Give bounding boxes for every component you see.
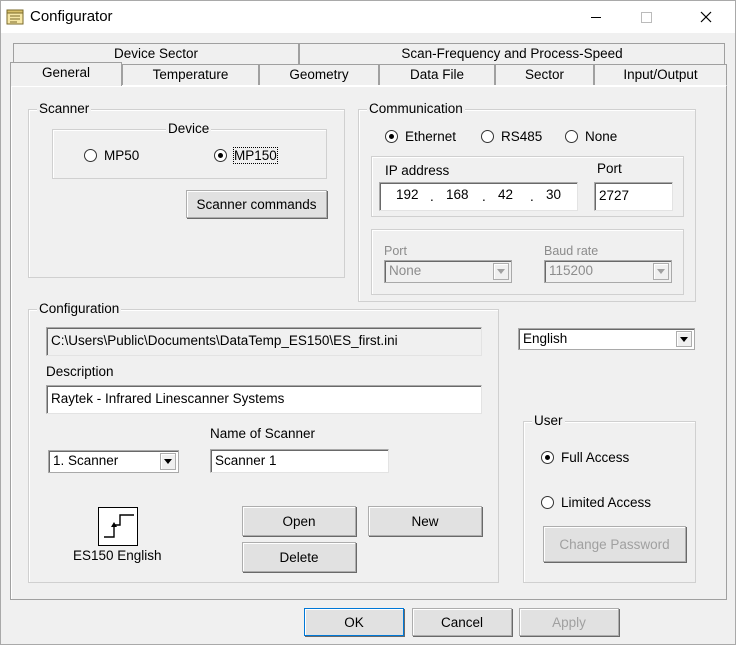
cancel-button[interactable]: Cancel (412, 608, 512, 636)
change-password-button[interactable]: Change Password (543, 526, 686, 562)
tab-input-output[interactable]: Input/Output (594, 64, 727, 85)
close-button[interactable] (683, 1, 729, 33)
radio-ethernet[interactable]: Ethernet (385, 129, 456, 144)
chevron-down-icon (653, 263, 669, 280)
close-icon (700, 11, 712, 23)
description-input[interactable]: Raytek - Infrared Linescanner Systems (46, 385, 482, 414)
ip-dot-2: . (482, 189, 486, 204)
radio-limited-access[interactable]: Limited Access (541, 495, 651, 510)
device-group-label: Device (166, 121, 212, 137)
radio-mp50[interactable]: MP50 (84, 148, 139, 163)
chevron-down-icon (676, 331, 692, 347)
minimize-icon (591, 16, 601, 18)
port-label: Port (597, 161, 622, 176)
radio-full-access-label: Full Access (561, 450, 630, 465)
tab-temperature[interactable]: Temperature (122, 64, 259, 85)
radio-rs485-label: RS485 (501, 129, 543, 144)
configuration-group: Configuration C:\Users\Public\Documents\… (28, 301, 499, 583)
serial-group: Port Baud rate None 115200 (371, 229, 684, 295)
radio-mp50-label: MP50 (104, 148, 140, 163)
chevron-down-icon (160, 453, 176, 470)
radio-mp150-label: MP150 (233, 147, 278, 164)
radio-limited-access-indicator (541, 496, 554, 509)
tab-device-sector[interactable]: Device Sector (13, 43, 299, 64)
config-path-field[interactable]: C:\Users\Public\Documents\DataTemp_ES150… (46, 327, 482, 356)
communication-group: Communication Ethernet RS485 None IP add… (358, 101, 696, 302)
user-group-label: User (532, 413, 565, 429)
ip-octet-4: 30 (546, 187, 562, 202)
radio-ethernet-label: Ethernet (405, 129, 457, 144)
description-label: Description (46, 364, 114, 379)
tab-general[interactable]: General (10, 62, 122, 86)
ip-address-input[interactable]: 192 . 168 . 42 . 30 (379, 182, 578, 211)
tab-scan-frequency[interactable]: Scan-Frequency and Process-Speed (299, 43, 725, 64)
scanner-select-value: 1. Scanner (53, 453, 119, 468)
configuration-group-label: Configuration (37, 301, 122, 317)
ip-group: IP address Port 192 . 168 . 42 . 30 2727 (371, 156, 684, 217)
ip-octet-3: 42 (498, 187, 514, 202)
port-input[interactable]: 2727 (594, 182, 673, 211)
tab-data-file[interactable]: Data File (379, 64, 495, 85)
ip-dot-1: . (430, 189, 434, 204)
scanner-select[interactable]: 1. Scanner (48, 450, 179, 473)
chevron-down-icon (493, 263, 509, 280)
radio-mp150[interactable]: MP150 (214, 147, 278, 164)
tab-sector[interactable]: Sector (495, 64, 594, 85)
serial-port-value: None (389, 263, 422, 278)
app-icon (6, 9, 24, 25)
title-bar[interactable]: Configurator (1, 1, 735, 33)
device-group: Device MP50 MP150 (52, 121, 327, 179)
language-select-value: English (523, 331, 568, 346)
radio-none[interactable]: None (565, 129, 617, 144)
ip-octet-1: 192 (396, 187, 419, 202)
language-select[interactable]: English (518, 328, 695, 350)
communication-group-label: Communication (367, 101, 465, 117)
radio-none-label: None (585, 129, 618, 144)
configurator-window: Configurator Device Sector Scan-Frequenc… (0, 0, 736, 645)
radio-full-access-indicator (541, 451, 554, 464)
ok-button[interactable]: OK (304, 608, 404, 636)
scanner-group: Scanner Device MP50 MP150 Scanner comman… (28, 101, 345, 278)
window-title: Configurator (30, 8, 113, 25)
baud-rate-value: 115200 (549, 263, 594, 278)
radio-limited-access-label: Limited Access (561, 495, 652, 510)
serial-port-label: Port (384, 244, 407, 258)
user-group: User Full Access Limited Access Change P… (523, 413, 696, 583)
scanner-name-label: Name of Scanner (210, 426, 316, 441)
maximize-icon (640, 11, 652, 23)
scanner-commands-button[interactable]: Scanner commands (186, 190, 327, 218)
serial-port-select[interactable]: None (384, 260, 512, 283)
radio-full-access[interactable]: Full Access (541, 450, 629, 465)
new-button[interactable]: New (368, 506, 482, 536)
radio-rs485[interactable]: RS485 (481, 129, 542, 144)
radio-mp150-indicator (214, 149, 227, 162)
tab-row-front: General Temperature Geometry Data File S… (1, 62, 736, 86)
ip-octet-2: 168 (446, 187, 469, 202)
baud-rate-label: Baud rate (544, 244, 599, 258)
apply-button[interactable]: Apply (519, 608, 619, 636)
ip-dot-3: . (530, 189, 534, 204)
device-caption: ES150 English (73, 548, 162, 563)
tab-geometry[interactable]: Geometry (259, 64, 379, 85)
radio-none-indicator (565, 130, 578, 143)
radio-mp50-indicator (84, 149, 97, 162)
maximize-button[interactable] (623, 1, 669, 33)
baud-rate-select[interactable]: 115200 (544, 260, 672, 283)
ip-address-label: IP address (385, 163, 450, 178)
device-diagram-icon (98, 507, 138, 546)
minimize-button[interactable] (573, 1, 619, 33)
radio-rs485-indicator (481, 130, 494, 143)
scanner-name-input[interactable]: Scanner 1 (210, 449, 389, 473)
scanner-group-label: Scanner (37, 101, 92, 117)
delete-button[interactable]: Delete (242, 542, 356, 572)
open-button[interactable]: Open (242, 506, 356, 536)
radio-ethernet-indicator (385, 130, 398, 143)
